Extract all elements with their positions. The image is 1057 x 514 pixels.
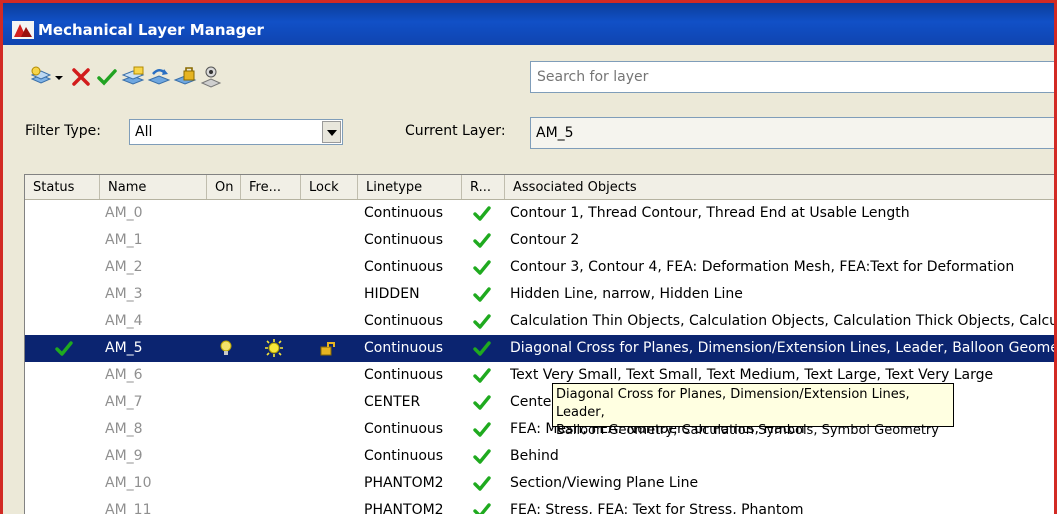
layer-name: AM_11 <box>105 502 152 514</box>
table-row[interactable]: AM_4 Continuous Calculation Thin Objects, … <box>25 308 1057 335</box>
layer-linetype[interactable]: PHANTOM2 <box>364 497 444 514</box>
new-layer-icon[interactable] <box>29 65 53 89</box>
table-header: Status Name On Fre... Lock Linetype R...… <box>25 175 1054 200</box>
column-header-name[interactable]: Name <box>100 175 207 199</box>
layer-name: AM_6 <box>105 367 143 383</box>
layer-associated-objects: Contour 3, Contour 4, FEA: Deformation M… <box>510 259 1015 275</box>
table-row[interactable]: AM_11 PHANTOM2 FEA: Stress, FEA: Text for … <box>25 497 1054 514</box>
reconciled-check-icon <box>473 341 491 356</box>
layer-linetype[interactable]: CENTER <box>364 389 420 416</box>
column-header-lock[interactable]: Lock <box>301 175 358 199</box>
layer-name: AM_10 <box>105 475 152 491</box>
layer-associated-objects: Hidden Line, narrow, Hidden Line <box>510 286 743 302</box>
dropdown-arrow-icon[interactable] <box>53 65 65 89</box>
layer-linetype[interactable]: Continuous <box>364 443 443 470</box>
reconciled-check-icon <box>473 233 491 248</box>
current-layer-label: Current Layer: <box>405 123 506 139</box>
column-header-associated-objects[interactable]: Associated Objects <box>505 175 1054 199</box>
layer-name: AM_2 <box>105 259 143 275</box>
delete-icon[interactable] <box>69 65 93 89</box>
table-row[interactable]: AM_10 PHANTOM2 Section/Viewing Plane Line <box>25 470 1054 497</box>
layer-name: AM_3 <box>105 286 143 302</box>
layer-linetype[interactable]: PHANTOM2 <box>364 470 444 497</box>
table-row[interactable]: AM_2 Continuous Contour 3, Contour 4, FEA:… <box>25 254 1054 281</box>
table-row[interactable]: AM_0 Continuous Contour 1, Thread Contour,… <box>25 200 1054 227</box>
layer-associated-objects: Section/Viewing Plane Line <box>510 475 699 491</box>
tooltip-line: Diagonal Cross for Planes, Dimension/Ext… <box>556 387 910 420</box>
layer-associated-objects: FEA: Stress, FEA: Text for Stress, Phant… <box>510 502 804 514</box>
layer-name: AM_1 <box>105 232 143 248</box>
layer-linetype[interactable]: Continuous <box>364 254 443 281</box>
filter-type-select[interactable]: All <box>129 119 343 145</box>
set-current-icon[interactable] <box>95 65 119 89</box>
column-header-reconcile[interactable]: R... <box>462 175 505 199</box>
reconciled-check-icon <box>473 260 491 275</box>
refresh-icon[interactable] <box>147 65 171 89</box>
layer-name: AM_8 <box>105 421 143 437</box>
layer-linetype[interactable]: Continuous <box>364 200 443 227</box>
associated-objects-tooltip: Diagonal Cross for Planes, Dimension/Ext… <box>552 383 954 438</box>
column-header-freeze[interactable]: Fre... <box>241 175 301 199</box>
layer-name: AM_5 <box>105 340 143 356</box>
current-layer-field: AM_5 <box>530 117 1054 149</box>
current-layer-check-icon <box>55 341 73 356</box>
reconciled-check-icon <box>473 449 491 464</box>
layer-linetype[interactable]: Continuous <box>364 416 443 443</box>
sun-thawed-icon[interactable] <box>265 339 283 357</box>
table-row[interactable]: AM_9 Continuous Behind <box>25 443 1054 470</box>
window-title: Mechanical Layer Manager <box>38 21 264 39</box>
reconciled-check-icon <box>473 395 491 410</box>
layer-linetype[interactable]: Continuous <box>364 227 443 254</box>
column-header-linetype[interactable]: Linetype <box>358 175 462 199</box>
search-input[interactable] <box>530 61 1054 93</box>
table-row[interactable]: AM_1 Continuous Contour 2 <box>25 227 1054 254</box>
lightbulb-on-icon[interactable] <box>217 339 235 357</box>
layer-linetype[interactable]: Continuous <box>364 335 443 362</box>
lock-objects-icon[interactable] <box>173 65 197 89</box>
layer-name: AM_4 <box>105 313 143 329</box>
layer-states-icon[interactable] <box>121 65 145 89</box>
title-bar[interactable]: Mechanical Layer Manager <box>3 3 1054 45</box>
reconciled-check-icon <box>473 503 491 514</box>
layer-walk-icon[interactable] <box>199 65 223 89</box>
layer-associated-objects: Calculation Thin Objects, Calculation Ob… <box>510 313 1057 329</box>
reconciled-check-icon <box>473 314 491 329</box>
app-icon <box>12 21 34 39</box>
reconciled-check-icon <box>473 476 491 491</box>
table-row[interactable]: AM_3 HIDDEN Hidden Line, narrow, Hidden Li… <box>25 281 1054 308</box>
layer-associated-objects: Diagonal Cross for Planes, Dimension/Ext… <box>510 340 1054 356</box>
unlocked-icon[interactable] <box>319 339 337 357</box>
layer-associated-objects: Behind <box>510 448 559 464</box>
reconciled-check-icon <box>473 287 491 302</box>
chevron-down-icon[interactable] <box>322 121 341 143</box>
layer-name: AM_7 <box>105 394 143 410</box>
reconciled-check-icon <box>473 206 491 221</box>
filter-type-value: All <box>135 124 153 140</box>
layer-name: AM_0 <box>105 205 143 221</box>
layer-table: Status Name On Fre... Lock Linetype R...… <box>24 174 1057 514</box>
layer-linetype[interactable]: HIDDEN <box>364 281 420 308</box>
table-row[interactable]: AM_5 Continuous Diagonal Cross for Planes,… <box>25 335 1054 362</box>
tooltip-line: Balloon Geometry, Calculation Symbols, S… <box>556 423 939 438</box>
reconciled-check-icon <box>473 368 491 383</box>
reconciled-check-icon <box>473 422 491 437</box>
layer-associated-objects: Contour 1, Thread Contour, Thread End at… <box>510 205 910 221</box>
column-header-on[interactable]: On <box>207 175 241 199</box>
current-layer-value: AM_5 <box>536 125 574 141</box>
column-header-status[interactable]: Status <box>25 175 100 199</box>
layer-associated-objects: Contour 2 <box>510 232 580 248</box>
filter-type-label: Filter Type: <box>25 123 101 139</box>
layer-name: AM_9 <box>105 448 143 464</box>
layer-linetype[interactable]: Continuous <box>364 362 443 389</box>
mechanical-layer-manager-window: Mechanical Layer Manager Search for laye… <box>0 0 1057 514</box>
layer-linetype[interactable]: Continuous <box>364 308 443 335</box>
